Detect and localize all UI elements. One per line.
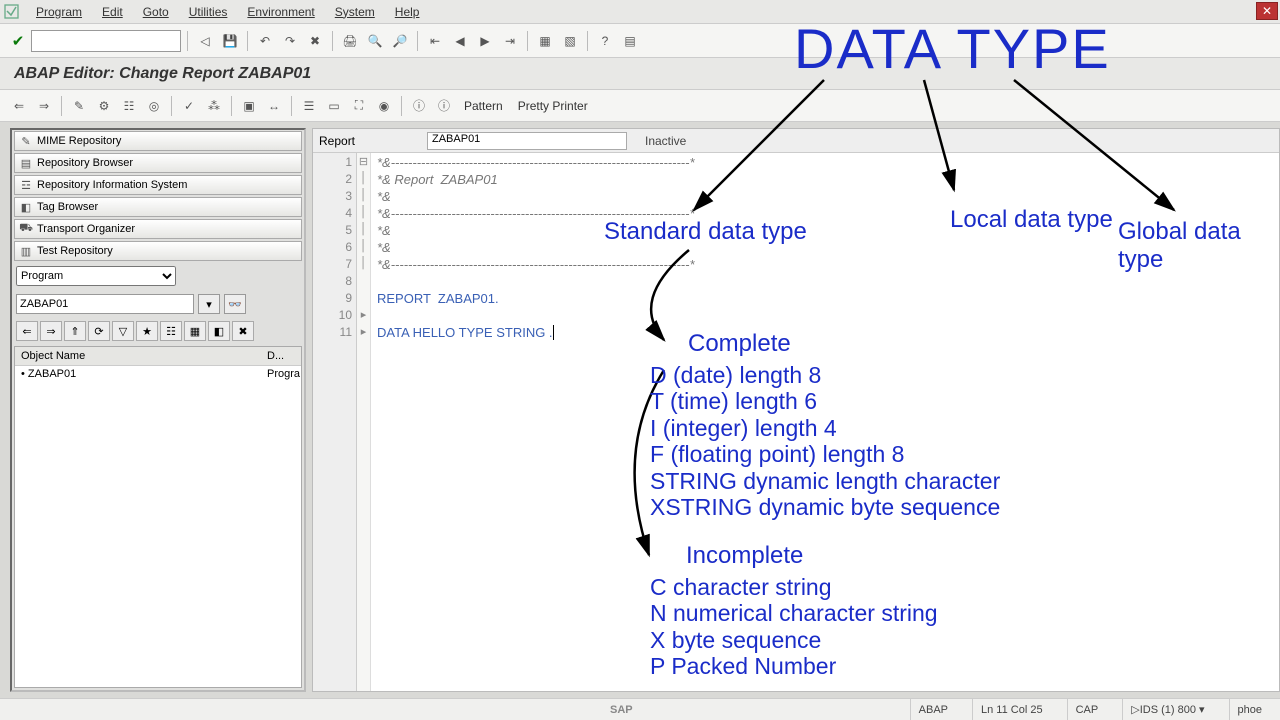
find-icon[interactable]: 🔍 xyxy=(364,30,386,52)
help-doc-icon[interactable]: ⓘ xyxy=(408,95,430,117)
dropdown-icon[interactable]: ▾ xyxy=(198,294,220,314)
nav-right-icon[interactable]: ⇒ xyxy=(33,95,55,117)
standard-toolbar: ✔ ◁ 💾 ↶ ↷ ✖ 🖨 🔍 🔎 ⇤ ◀ ▶ ⇥ ▦ ▧ ? ▤ xyxy=(0,24,1280,58)
main-area: ✎MIME Repository ▤Repository Browser ☲Re… xyxy=(0,122,1280,698)
enter-icon[interactable]: ✔ xyxy=(8,31,28,51)
report-label: Report xyxy=(319,134,419,148)
sap-logo: SAP xyxy=(610,704,633,716)
status-mode: ABAP xyxy=(910,699,956,720)
print-icon[interactable]: 🖨 xyxy=(339,30,361,52)
active-icon[interactable]: ⚙ xyxy=(93,95,115,117)
table-row[interactable]: • ZABAP01 Progra xyxy=(15,366,301,382)
mt-left-icon[interactable]: ⇐ xyxy=(16,321,38,341)
menu-utilities[interactable]: Utilities xyxy=(179,1,238,23)
mt-up-icon[interactable]: ⇑ xyxy=(64,321,86,341)
nav-mini-toolbar: ⇐ ⇒ ⇑ ⟳ ▽ ★ ☷ ▦ ◧ ✖ xyxy=(12,318,304,344)
col-description[interactable]: D... xyxy=(261,347,301,365)
toggle-icon[interactable]: ✎ xyxy=(68,95,90,117)
mt-display-icon[interactable]: ☷ xyxy=(160,321,182,341)
cancel-icon[interactable]: ✖ xyxy=(304,30,326,52)
tag-icon: ◧ xyxy=(19,200,33,214)
col-object-name[interactable]: Object Name xyxy=(15,347,261,365)
display-icon[interactable]: 👓 xyxy=(224,294,246,314)
status-position: Ln 11 Col 25 xyxy=(972,699,1051,720)
info-icon: ☲ xyxy=(19,178,33,192)
nav-left-icon[interactable]: ⇐ xyxy=(8,95,30,117)
pattern-button[interactable]: Pattern xyxy=(458,96,509,116)
where-used-icon[interactable]: ↔ xyxy=(263,95,285,117)
editor-area: Report ZABAP01 Inactive 1234567891011 ⊟│… xyxy=(312,128,1280,692)
layout-icon[interactable]: ▤ xyxy=(619,30,641,52)
statusbar: SAP ABAP Ln 11 Col 25 CAP ▷ IDS (1) 800 … xyxy=(0,698,1280,720)
menu-environment[interactable]: Environment xyxy=(237,1,324,23)
help-appl-icon[interactable]: ⓘ xyxy=(433,95,455,117)
editor-header: Report ZABAP01 Inactive xyxy=(313,129,1279,153)
window-title: ABAP Editor: Change Report ZABAP01 xyxy=(0,58,1280,90)
command-field[interactable] xyxy=(31,30,181,52)
mt-close-icon[interactable]: ✖ xyxy=(232,321,254,341)
mt-set-icon[interactable]: ◧ xyxy=(208,321,230,341)
fold-column[interactable]: ⊟││││││▸▸ xyxy=(357,153,371,691)
nav-test-repository[interactable]: ▥Test Repository xyxy=(14,241,302,261)
nav-tag-browser[interactable]: ◧Tag Browser xyxy=(14,197,302,217)
report-status: Inactive xyxy=(645,134,686,148)
other-obj-icon[interactable]: ☷ xyxy=(118,95,140,117)
breakpoint-icon[interactable]: ◉ xyxy=(373,95,395,117)
line-gutter: 1234567891011 xyxy=(313,153,357,691)
menu-goto[interactable]: Goto xyxy=(133,1,179,23)
status-system[interactable]: ▷ IDS (1) 800 ▾ xyxy=(1122,699,1212,720)
test-icon: ▥ xyxy=(19,244,33,258)
pretty-printer-button[interactable]: Pretty Printer xyxy=(512,96,594,116)
test-icon[interactable]: ▣ xyxy=(238,95,260,117)
status-host: phoe xyxy=(1229,699,1270,720)
tree-icon: ▤ xyxy=(19,156,33,170)
doc-icon: ✎ xyxy=(19,134,33,148)
fullscreen-icon[interactable]: ⛶ xyxy=(348,95,370,117)
navigation-panel: ✎MIME Repository ▤Repository Browser ☲Re… xyxy=(10,128,306,692)
shortcut-icon[interactable]: ▧ xyxy=(559,30,581,52)
mt-fav-icon[interactable]: ★ xyxy=(136,321,158,341)
object-table: Object Name D... • ZABAP01 Progra xyxy=(14,346,302,688)
mt-layout-icon[interactable]: ▦ xyxy=(184,321,206,341)
save-icon[interactable]: 💾 xyxy=(219,30,241,52)
back-icon[interactable]: ◁ xyxy=(194,30,216,52)
last-page-icon[interactable]: ⇥ xyxy=(499,30,521,52)
close-button[interactable]: ✕ xyxy=(1256,2,1278,20)
next-page-icon[interactable]: ▶ xyxy=(474,30,496,52)
enhance-icon[interactable]: ◎ xyxy=(143,95,165,117)
code-lines[interactable]: *&--------------------------------------… xyxy=(371,153,1279,691)
menu-help[interactable]: Help xyxy=(385,1,430,23)
app-icon[interactable] xyxy=(4,4,20,20)
first-page-icon[interactable]: ⇤ xyxy=(424,30,446,52)
nav-repository-browser[interactable]: ▤Repository Browser xyxy=(14,153,302,173)
menu-system[interactable]: System xyxy=(325,1,385,23)
find-next-icon[interactable]: 🔎 xyxy=(389,30,411,52)
check-icon[interactable]: ✓ xyxy=(178,95,200,117)
object-type-select[interactable]: Program xyxy=(16,266,176,286)
mt-filter-icon[interactable]: ▽ xyxy=(112,321,134,341)
menubar: Program Edit Goto Utilities Environment … xyxy=(0,0,1280,24)
mt-right-icon[interactable]: ⇒ xyxy=(40,321,62,341)
object-name-input[interactable] xyxy=(16,294,194,314)
status-caps: CAP xyxy=(1067,699,1107,720)
nav-exit-icon[interactable]: ↷ xyxy=(279,30,301,52)
nav-back-icon[interactable]: ↶ xyxy=(254,30,276,52)
prev-page-icon[interactable]: ◀ xyxy=(449,30,471,52)
truck-icon: ⛟ xyxy=(19,222,33,236)
mt-refresh-icon[interactable]: ⟳ xyxy=(88,321,110,341)
report-name-field[interactable]: ZABAP01 xyxy=(427,132,627,150)
activate-icon[interactable]: ⁂ xyxy=(203,95,225,117)
nav-mime-repository[interactable]: ✎MIME Repository xyxy=(14,131,302,151)
app-toolbar: ⇐ ⇒ ✎ ⚙ ☷ ◎ ✓ ⁂ ▣ ↔ ☰ ▭ ⛶ ◉ ⓘ ⓘ Pattern … xyxy=(0,90,1280,122)
new-session-icon[interactable]: ▦ xyxy=(534,30,556,52)
nav-repo-info-system[interactable]: ☲Repository Information System xyxy=(14,175,302,195)
menu-program[interactable]: Program xyxy=(26,1,92,23)
display-list-icon[interactable]: ☰ xyxy=(298,95,320,117)
help-icon[interactable]: ? xyxy=(594,30,616,52)
menu-edit[interactable]: Edit xyxy=(92,1,133,23)
display-obj-icon[interactable]: ▭ xyxy=(323,95,345,117)
nav-transport-organizer[interactable]: ⛟Transport Organizer xyxy=(14,219,302,239)
code-editor[interactable]: 1234567891011 ⊟││││││▸▸ *&--------------… xyxy=(313,153,1279,691)
